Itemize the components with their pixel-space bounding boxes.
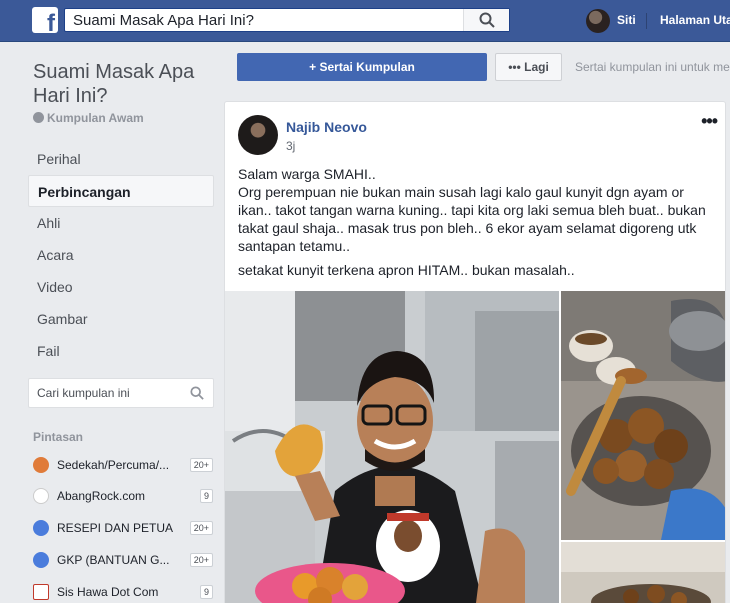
nav-item-photos[interactable]: Gambar	[28, 303, 214, 335]
shortcut-count-badge: 20+	[189, 521, 213, 535]
nav-item-events[interactable]: Acara	[28, 239, 214, 271]
profile-avatar[interactable]	[586, 9, 610, 33]
group-title[interactable]: Suami Masak Apa Hari Ini?	[33, 60, 218, 108]
search-icon	[479, 12, 495, 28]
nav-divider	[646, 13, 647, 29]
post-paragraph: Salam warga SMAHI..	[238, 166, 376, 182]
shortcut-count-badge: 20+	[189, 553, 213, 567]
shortcut-item[interactable]: Sedekah/Percuma/... 20+	[33, 456, 213, 476]
post-text: Salam warga SMAHI.. Org perempuan nie bu…	[238, 165, 714, 285]
search-query-text: Suami Masak Apa Hari Ini?	[73, 12, 254, 29]
post-card: Najib Neovo 3j ••• Salam warga SMAHI.. O…	[224, 101, 726, 603]
globe-icon	[33, 112, 44, 123]
group-nav: Perihal Perbincangan Ahli Acara Video Ga…	[28, 143, 214, 367]
group-icon	[33, 520, 49, 536]
group-photo-icon	[33, 457, 49, 473]
author-avatar[interactable]	[238, 115, 278, 155]
top-navigation-bar: f Suami Masak Apa Hari Ini? Siti Halaman…	[0, 0, 730, 42]
post-options-icon[interactable]: •••	[701, 111, 718, 132]
page-logo-icon	[33, 488, 49, 504]
group-search-input[interactable]: Cari kumpulan ini	[28, 378, 214, 408]
group-privacy-label: Kumpulan Awam	[33, 111, 144, 125]
shortcut-item[interactable]: GKP (BANTUAN G... 20+	[33, 551, 213, 571]
group-icon	[33, 552, 49, 568]
nav-item-about[interactable]: Perihal	[28, 143, 214, 175]
join-group-button[interactable]: + Sertai Kumpulan	[237, 53, 487, 81]
post-timestamp[interactable]: 3j	[286, 139, 295, 153]
page-logo-icon	[33, 584, 49, 600]
post-paragraph: Org perempuan nie bukan main susah lagi …	[238, 184, 706, 254]
home-link[interactable]: Halaman Utama	[660, 13, 730, 27]
nav-item-videos[interactable]: Video	[28, 271, 214, 303]
search-button[interactable]	[463, 9, 509, 31]
post-paragraph: setakat kunyit terkena apron HITAM.. buk…	[238, 262, 575, 278]
join-hint-text: Sertai kumpulan ini untuk mel	[575, 60, 730, 74]
group-search-placeholder: Cari kumpulan ini	[37, 386, 130, 400]
shortcut-item[interactable]: AbangRock.com 9	[33, 487, 213, 507]
nav-item-files[interactable]: Fail	[28, 335, 214, 367]
fried-chicken-photo[interactable]	[561, 291, 725, 540]
ellipsis-icon: •••	[508, 60, 525, 74]
nav-item-discussion[interactable]: Perbincangan	[28, 175, 214, 207]
plus-icon: +	[309, 60, 320, 74]
profile-name-link[interactable]: Siti	[617, 13, 636, 27]
cooking-photo[interactable]	[561, 542, 725, 603]
man-cooking-photo[interactable]	[225, 291, 559, 603]
search-icon[interactable]	[190, 386, 204, 400]
shortcut-item[interactable]: RESEPI DAN PETUA 20+	[33, 519, 213, 539]
shortcut-item[interactable]: Sis Hawa Dot Com 9	[33, 583, 213, 603]
author-name-link[interactable]: Najib Neovo	[286, 119, 367, 135]
shortcut-count-badge: 20+	[189, 458, 213, 472]
more-button[interactable]: ••• Lagi	[495, 53, 562, 81]
shortcuts-heading: Pintasan	[33, 430, 84, 444]
facebook-logo-icon[interactable]: f	[32, 7, 58, 36]
search-input[interactable]: Suami Masak Apa Hari Ini?	[64, 8, 510, 32]
nav-item-members[interactable]: Ahli	[28, 207, 214, 239]
shortcut-count-badge: 9	[199, 489, 213, 503]
shortcut-count-badge: 9	[199, 585, 213, 599]
